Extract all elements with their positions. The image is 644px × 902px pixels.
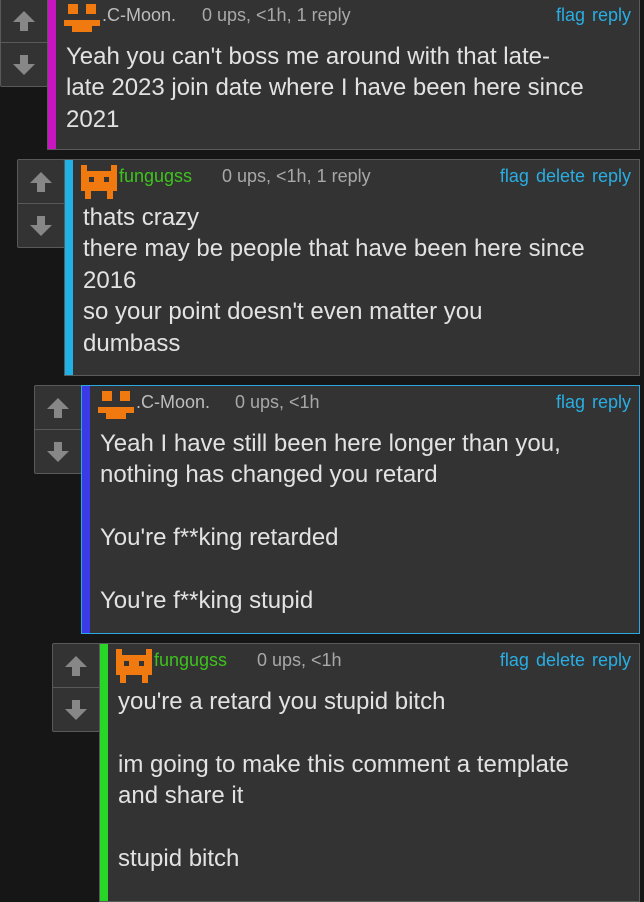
username[interactable]: fungugss	[119, 166, 192, 187]
depth-bar	[82, 386, 90, 633]
downvote-button[interactable]	[18, 203, 64, 247]
depth-bar	[65, 160, 73, 375]
avatar[interactable]	[64, 4, 100, 38]
delete-link[interactable]: delete	[536, 650, 585, 671]
arrow-up-icon	[30, 171, 52, 192]
comment-body: fungugss 0 ups, <1h, 1 reply flag delete…	[64, 159, 640, 376]
arrow-down-icon	[47, 441, 69, 462]
comment: fungugss 0 ups, <1h, 1 reply flag delete…	[17, 159, 644, 376]
comment-actions: flag reply	[556, 392, 631, 413]
reply-link[interactable]: reply	[592, 5, 631, 26]
comment-content: fungugss 0 ups, <1h, 1 reply flag delete…	[74, 160, 639, 375]
comment-header: .C-Moon. 0 ups, <1h, 1 reply flag reply	[57, 0, 631, 32]
comment-body: .C-Moon. 0 ups, <1h, 1 reply flag reply …	[47, 0, 640, 150]
comment-body: .C-Moon. 0 ups, <1h flag reply Yeah I ha…	[81, 385, 640, 634]
avatar[interactable]	[98, 391, 134, 425]
flag-link[interactable]: flag	[556, 392, 585, 413]
comment-stats: 0 ups, <1h, 1 reply	[202, 5, 351, 25]
reply-link[interactable]: reply	[592, 166, 631, 187]
comment-stats: 0 ups, <1h, 1 reply	[222, 166, 371, 186]
comment-text: Yeah I have still been here longer than …	[100, 430, 561, 615]
username[interactable]: fungugss	[154, 650, 227, 671]
downvote-button[interactable]	[35, 429, 81, 473]
username[interactable]: .C-Moon.	[102, 5, 176, 26]
upvote-button[interactable]	[53, 644, 99, 687]
arrow-down-icon	[30, 215, 52, 236]
delete-link[interactable]: delete	[536, 166, 585, 187]
arrow-up-icon	[13, 10, 35, 31]
comment-actions: flag delete reply	[500, 166, 631, 187]
reply-link[interactable]: reply	[592, 392, 631, 413]
vote-controls	[0, 0, 48, 87]
avatar[interactable]	[81, 165, 117, 199]
downvote-button[interactable]	[1, 42, 47, 86]
comment-stats: 0 ups, <1h	[235, 392, 320, 412]
comment-header: fungugss 0 ups, <1h flag delete reply	[109, 644, 631, 683]
flag-link[interactable]: flag	[500, 650, 529, 671]
arrow-down-icon	[13, 54, 35, 75]
vote-controls	[52, 643, 100, 732]
comment-text: you're a retard you stupid bitch im goin…	[118, 688, 569, 873]
flag-link[interactable]: flag	[556, 5, 585, 26]
comment-actions: flag delete reply	[500, 650, 631, 671]
vote-controls	[34, 385, 82, 474]
arrow-up-icon	[47, 397, 69, 418]
comment-header: .C-Moon. 0 ups, <1h flag reply	[91, 386, 631, 419]
depth-bar	[48, 0, 56, 149]
comment-content: .C-Moon. 0 ups, <1h, 1 reply flag reply …	[57, 0, 639, 149]
reply-link[interactable]: reply	[592, 650, 631, 671]
upvote-button[interactable]	[35, 386, 81, 429]
arrow-up-icon	[65, 655, 87, 676]
comment: .C-Moon. 0 ups, <1h, 1 reply flag reply …	[0, 0, 644, 150]
comment-text: thats crazy there may be people that hav…	[83, 204, 585, 357]
upvote-button[interactable]	[1, 0, 47, 42]
comment-content: fungugss 0 ups, <1h flag delete reply yo…	[109, 644, 639, 901]
comment-stats: 0 ups, <1h	[257, 650, 342, 670]
upvote-button[interactable]	[18, 160, 64, 203]
comment-header: fungugss 0 ups, <1h, 1 reply flag delete…	[74, 160, 631, 199]
depth-bar	[100, 644, 108, 901]
comment: .C-Moon. 0 ups, <1h flag reply Yeah I ha…	[34, 385, 644, 634]
username[interactable]: .C-Moon.	[136, 392, 210, 413]
comment-body: fungugss 0 ups, <1h flag delete reply yo…	[99, 643, 640, 902]
avatar[interactable]	[116, 649, 152, 683]
comment-actions: flag reply	[556, 5, 631, 26]
comment: fungugss 0 ups, <1h flag delete reply yo…	[52, 643, 644, 902]
downvote-button[interactable]	[53, 687, 99, 731]
arrow-down-icon	[65, 699, 87, 720]
comment-text: Yeah you can't boss me around with that …	[66, 43, 584, 133]
comment-content: .C-Moon. 0 ups, <1h flag reply Yeah I ha…	[91, 386, 639, 633]
flag-link[interactable]: flag	[500, 166, 529, 187]
vote-controls	[17, 159, 65, 248]
